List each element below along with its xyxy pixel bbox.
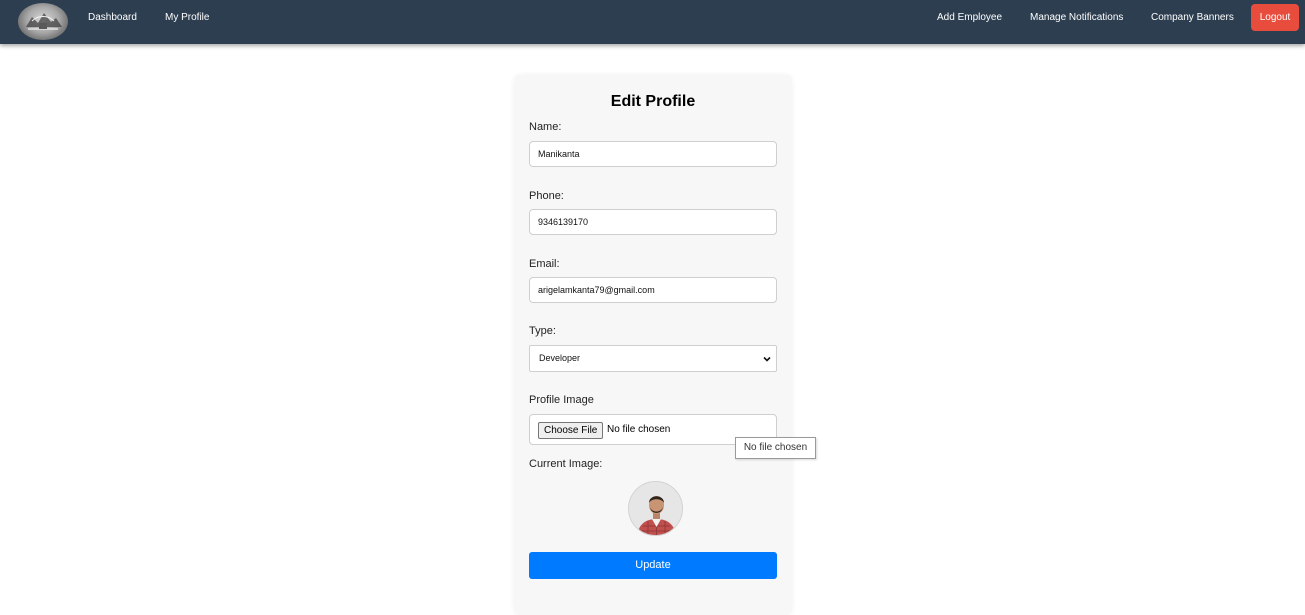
nav-my-profile-link[interactable]: My Profile xyxy=(165,12,209,24)
update-button[interactable]: Update xyxy=(529,552,777,579)
page-title: Edit Profile xyxy=(610,93,696,110)
current-image-label: Current Image: xyxy=(529,458,603,470)
choose-file-button[interactable]: Choose File xyxy=(538,422,604,439)
person-avatar-icon xyxy=(629,482,682,535)
nav-company-banners-link[interactable]: Company Banners xyxy=(1151,12,1234,24)
nav-manage-notifications-link[interactable]: Manage Notifications xyxy=(1030,12,1123,24)
type-select[interactable]: Developer xyxy=(529,345,777,372)
name-input[interactable]: Manikanta xyxy=(529,141,777,167)
type-label: Type: xyxy=(529,325,556,337)
top-navbar: Dashboard My Profile Add Employee Manage… xyxy=(0,0,1305,44)
nav-dashboard-link[interactable]: Dashboard xyxy=(88,12,137,24)
current-profile-avatar xyxy=(628,481,683,536)
company-logo[interactable] xyxy=(18,3,68,40)
logo-image-icon xyxy=(26,13,62,30)
phone-label: Phone: xyxy=(529,190,564,202)
profile-image-label: Profile Image xyxy=(529,394,594,406)
type-select-value: Developer xyxy=(539,353,581,363)
email-input[interactable]: arigelamkanta79@gmail.com xyxy=(529,277,777,303)
file-input-tooltip: No file chosen xyxy=(735,437,816,459)
email-label: Email: xyxy=(529,258,560,270)
logout-button[interactable]: Logout xyxy=(1251,4,1299,31)
chevron-down-icon xyxy=(763,356,771,362)
name-label: Name: xyxy=(529,121,562,133)
file-status-text: No file chosen xyxy=(607,424,671,435)
nav-add-employee-link[interactable]: Add Employee xyxy=(937,12,1002,24)
phone-input[interactable]: 9346139170 xyxy=(529,209,777,235)
